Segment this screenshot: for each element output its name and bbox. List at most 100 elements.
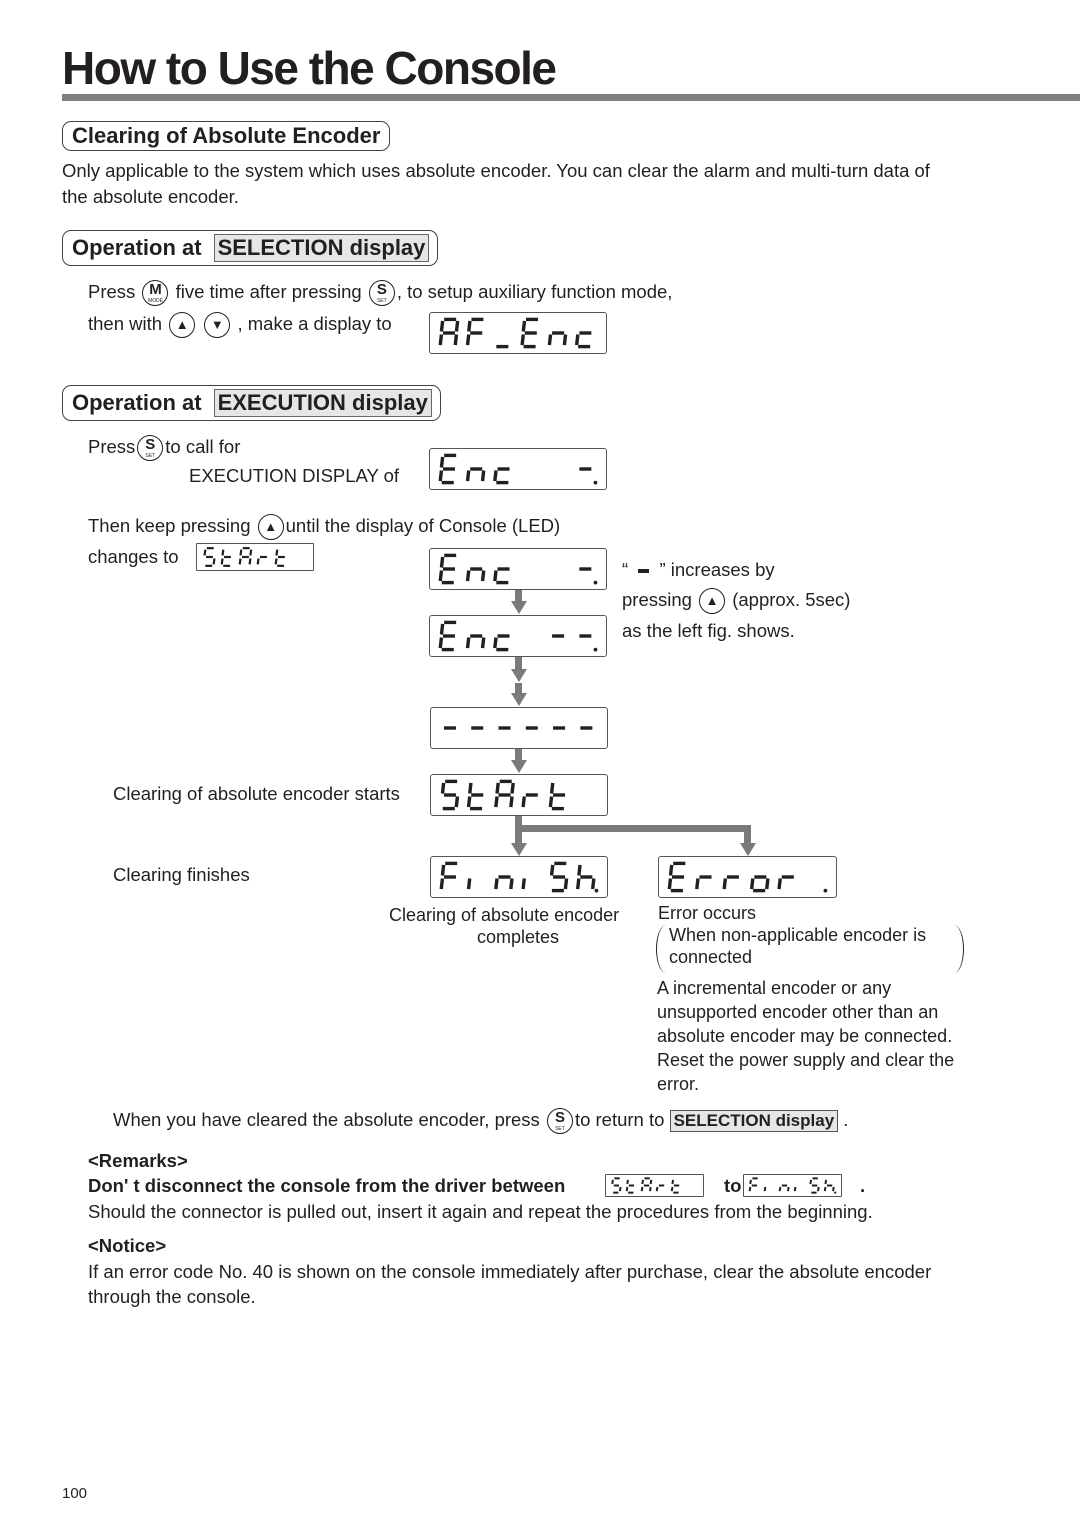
sub: SET: [555, 1126, 565, 1133]
dash-note-line-1: “ ” increases by: [622, 557, 775, 583]
section-heading-selection: Operation at SELECTION display: [62, 230, 439, 266]
text: , make a display to: [237, 313, 392, 334]
text: (approx. 5sec): [732, 589, 851, 610]
segment-c: [248, 558, 252, 565]
segment-e: [438, 570, 444, 582]
remarks-to: to: [724, 1175, 742, 1196]
segment-b: [649, 1179, 653, 1185]
segment-f: [203, 549, 207, 556]
led-display-finish-inline: [743, 1174, 842, 1197]
segment-c: [787, 1186, 790, 1192]
segment-e: [670, 1186, 674, 1192]
text: Then keep pressing: [88, 515, 251, 536]
segment-e: [777, 878, 782, 890]
branch-arrow-head: [511, 843, 527, 856]
up-button-icon: ▲: [169, 312, 196, 339]
flow-arrow-head: [511, 760, 527, 773]
led-display-start-small: [196, 543, 314, 571]
section-heading-text: Clearing of Absolute Encoder: [72, 123, 381, 148]
segment-e: [793, 1186, 797, 1192]
error-detail-line: error.: [657, 1074, 700, 1094]
sub: SET: [376, 298, 387, 305]
led-display-enc-initial: [429, 448, 607, 490]
segment-f: [440, 864, 446, 876]
segment-e: [493, 470, 498, 482]
clearing-finishes-label: Clearing finishes: [113, 864, 250, 885]
sub: SET: [145, 453, 156, 460]
segment-f: [495, 782, 500, 794]
led-display-enc-1: [429, 548, 607, 590]
complete-line-2: completes: [476, 927, 560, 947]
mode-button-icon: M MODE: [142, 280, 169, 307]
error-detail-line: Reset the power supply and clear the: [657, 1050, 955, 1070]
text: .: [843, 1109, 849, 1130]
error-detail-line: absolute encoder may be connected.: [657, 1026, 953, 1046]
text: then with: [88, 313, 163, 334]
segment-e: [521, 796, 526, 808]
segment-f: [577, 864, 582, 876]
segment-f: [809, 1179, 813, 1185]
led-display-start-inline: [605, 1174, 704, 1197]
segment-c: [480, 470, 486, 482]
error-paren-line-2: connected: [669, 947, 753, 967]
seven-segment-digits: [440, 779, 566, 811]
segment-b: [249, 549, 253, 556]
segment-e: [238, 558, 242, 565]
glyph: M: [149, 281, 162, 299]
segment-e: [574, 334, 580, 346]
glyph: S: [376, 281, 387, 299]
segment-e: [438, 334, 444, 346]
up-button-icon: ▲: [699, 588, 726, 615]
seven-segment-digits: [611, 1177, 680, 1194]
segment-e: [465, 637, 471, 649]
intro-line-1: Only applicable to the system which uses…: [62, 160, 930, 181]
intro-line-2: the absolute encoder.: [62, 186, 239, 207]
seven-segment-digits: [443, 726, 593, 730]
sub: MODE: [147, 298, 163, 305]
segment-f: [275, 549, 279, 556]
segment-f: [439, 623, 445, 635]
segment-f: [626, 1179, 629, 1185]
branch-arrow-head: [740, 843, 756, 856]
flow-arrow-head: [511, 669, 527, 682]
clearing-starts-label: Clearing of absolute encoder starts: [113, 783, 400, 804]
led-display-dashes: [430, 707, 608, 749]
segment-f: [641, 1179, 644, 1185]
segment-e: [256, 558, 260, 565]
error-detail-line: unsupported encoder other than an: [657, 1002, 939, 1022]
text: Press: [88, 281, 136, 302]
led-display-af-enc: [429, 312, 607, 354]
execution-press-line: Press S SET to call for: [88, 434, 241, 462]
seven-segment-digits: [748, 1177, 837, 1194]
page-number: 100: [62, 1485, 88, 1502]
segment-e: [465, 570, 471, 582]
return-instruction: When you have cleared the absolute encod…: [113, 1107, 849, 1135]
segment-f: [439, 456, 445, 468]
segment-e: [823, 1186, 827, 1192]
remarks-end: .: [860, 1175, 866, 1196]
text: When you have cleared the absolute encod…: [113, 1109, 540, 1130]
segment-e: [547, 334, 553, 346]
selection-instruction-line-2: then with ▲ ▼ , make a display to: [88, 311, 392, 339]
remarks-text: Should the connector is pulled out, inse…: [88, 1201, 873, 1222]
title-rule: [62, 94, 1080, 101]
segment-e: [466, 878, 472, 890]
execution-display-label: EXECUTION DISPLAY of: [189, 465, 400, 486]
seven-segment-digits: [438, 620, 598, 652]
segment-e: [667, 878, 673, 890]
led-display-error: [658, 856, 837, 898]
text: to call for: [165, 436, 241, 457]
segment-f: [671, 1179, 675, 1185]
text: to return to: [574, 1109, 665, 1130]
segment-e: [521, 878, 526, 890]
segment-e: [438, 637, 444, 649]
segment-e: [466, 796, 472, 808]
segment-e: [493, 637, 498, 649]
segment-e: [655, 1186, 659, 1192]
set-button-icon: S SET: [137, 435, 164, 462]
seven-segment-digits: [438, 553, 598, 585]
up-button-icon: ▲: [257, 514, 284, 541]
segment-c: [817, 1186, 820, 1192]
remarks-heading: <Remarks>: [88, 1150, 188, 1171]
segment-c: [212, 558, 216, 565]
